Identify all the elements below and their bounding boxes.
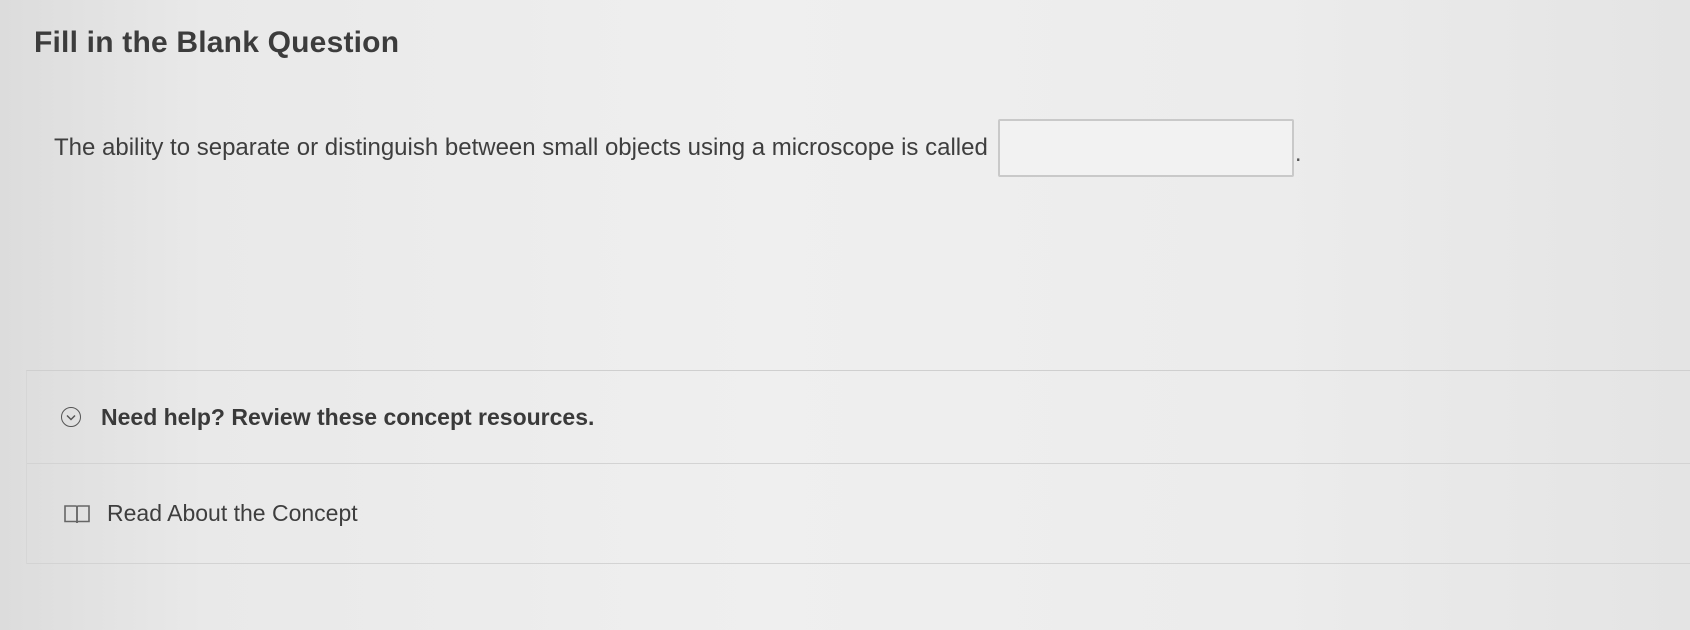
question-prompt: The ability to separate or distinguish b… — [54, 134, 988, 161]
question-body: The ability to separate or distinguish b… — [54, 116, 1301, 180]
fill-in-blank-input[interactable] — [997, 119, 1294, 177]
resource-link-label: Read About the Concept — [107, 500, 358, 526]
resource-read-about-concept[interactable]: Read About the Concept — [27, 464, 1690, 564]
concept-resources-toggle[interactable]: Need help? Review these concept resource… — [27, 371, 1690, 464]
concept-resources-title: Need help? Review these concept resource… — [101, 403, 595, 430]
question-title: Fill in the Blank Question — [34, 26, 400, 59]
chevron-down-circle-icon — [61, 407, 81, 427]
book-icon — [63, 503, 93, 525]
concept-resources-panel: Need help? Review these concept resource… — [26, 370, 1690, 564]
blank-trailing-punctuation: . — [1294, 140, 1302, 167]
question-page: Fill in the Blank Question The ability t… — [0, 0, 1690, 630]
